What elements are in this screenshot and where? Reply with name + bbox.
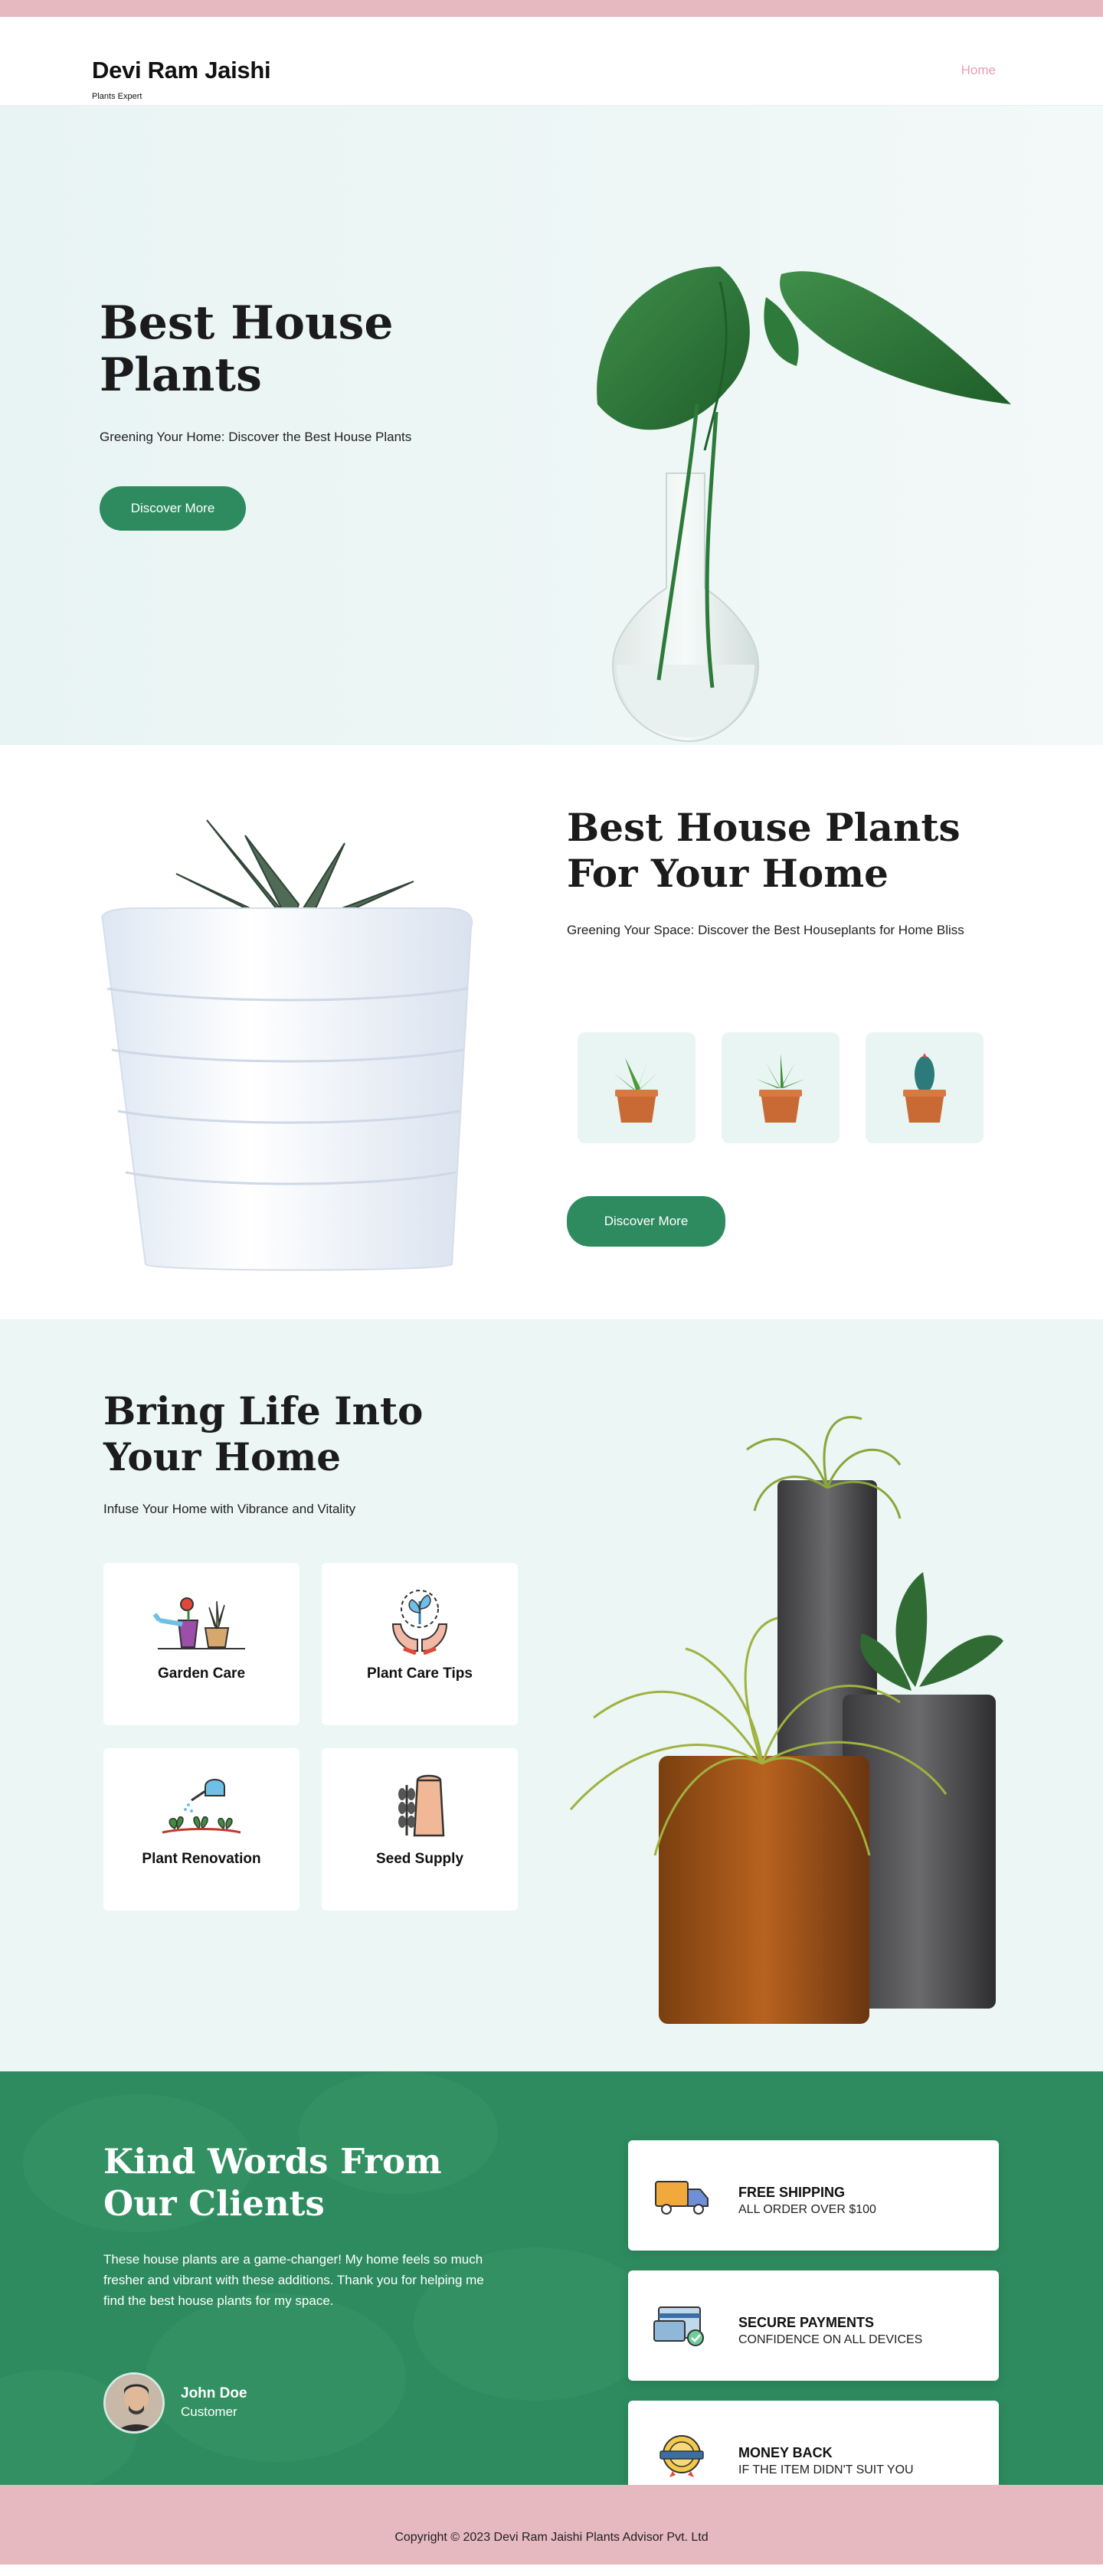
service-label: Garden Care bbox=[157, 1666, 246, 1682]
watering-can-icon bbox=[162, 1779, 241, 1834]
plant-care-icon bbox=[391, 1590, 448, 1655]
customer-name: John Doe bbox=[181, 2385, 247, 2401]
service-card-plant-renovation[interactable]: Plant Renovation bbox=[103, 1748, 299, 1911]
thumbnail-cactus[interactable] bbox=[866, 1032, 984, 1143]
thumbnail-succulent[interactable] bbox=[578, 1032, 696, 1143]
services-section: Bring Life Into Your Home Infuse Your Ho… bbox=[0, 1319, 1103, 2071]
white-pot-succulent-image bbox=[101, 819, 473, 1271]
badge-icon bbox=[660, 2435, 704, 2477]
feature-title: SECURE PAYMENTS bbox=[738, 2315, 875, 2330]
nav-home-link[interactable]: Home bbox=[961, 63, 996, 78]
feature-desc: IF THE ITEM DIDN'T SUIT YOU bbox=[738, 2463, 914, 2476]
services-subtitle: Infuse Your Home with Vibrance and Vital… bbox=[103, 1502, 356, 1516]
feature-desc: CONFIDENCE ON ALL DEVICES bbox=[738, 2333, 923, 2346]
services-title: Bring Life Into Your Home bbox=[103, 1388, 424, 1479]
brand-tagline: Plants Expert bbox=[92, 92, 142, 101]
feature-title: FREE SHIPPING bbox=[738, 2185, 846, 2200]
service-card-plant-care-tips[interactable]: Plant Care Tips bbox=[322, 1563, 518, 1725]
hero-section: Best House Plants Greening Your Home: Di… bbox=[0, 106, 1103, 745]
vase-plant-image bbox=[597, 266, 1011, 743]
top-accent-bar bbox=[0, 0, 1103, 17]
seed-bag-icon bbox=[398, 1774, 445, 1837]
services-grid: Garden Care Plant Care Tips Plant Renova… bbox=[103, 1563, 518, 1911]
testimonial-quote: These house plants are a game-changer! M… bbox=[103, 2252, 484, 2308]
feature-card-secure-payments[interactable]: SECURE PAYMENTS CONFIDENCE ON ALL DEVICE… bbox=[628, 2270, 999, 2381]
service-label: Plant Care Tips bbox=[367, 1666, 473, 1682]
succulent-pot-icon bbox=[614, 1057, 660, 1123]
truck-icon bbox=[655, 2181, 709, 2215]
customer-role: Customer bbox=[181, 2404, 237, 2419]
featured-discover-button[interactable]: Discover More bbox=[567, 1196, 725, 1247]
service-card-garden-care[interactable]: Garden Care bbox=[103, 1563, 299, 1725]
service-card-seed-supply[interactable]: Seed Supply bbox=[322, 1748, 518, 1911]
customer-avatar bbox=[103, 2372, 165, 2434]
hero-discover-button[interactable]: Discover More bbox=[100, 486, 246, 531]
brand[interactable]: Devi Ram Jaishi Plants Expert bbox=[92, 57, 271, 101]
featured-subtitle: Greening Your Space: Discover the Best H… bbox=[567, 923, 964, 937]
hero-title: Best House Plants bbox=[100, 296, 394, 402]
thumbnail-aloe[interactable] bbox=[722, 1032, 840, 1143]
feature-title: MONEY BACK bbox=[738, 2445, 833, 2460]
service-label: Plant Renovation bbox=[142, 1851, 261, 1867]
garden-care-icon bbox=[152, 1597, 245, 1649]
testimonial-title: Kind Words From Our Clients bbox=[103, 2141, 442, 2224]
feature-desc: ALL ORDER OVER $100 bbox=[738, 2203, 876, 2216]
featured-title: Best House Plants For Your Home bbox=[567, 805, 961, 896]
feature-card-free-shipping[interactable]: FREE SHIPPING ALL ORDER OVER $100 bbox=[628, 2140, 999, 2251]
service-label: Seed Supply bbox=[375, 1851, 464, 1867]
thumbnail-row bbox=[578, 1032, 984, 1143]
tall-planters-image bbox=[569, 1416, 1003, 2024]
copyright-text: Copyright © 2023 Devi Ram Jaishi Plants … bbox=[394, 2531, 709, 2544]
featured-section: Best House Plants For Your Home Greening… bbox=[0, 745, 1103, 1319]
navbar: Devi Ram Jaishi Plants Expert Home bbox=[0, 17, 1103, 106]
hero-subtitle: Greening Your Home: Discover the Best Ho… bbox=[100, 430, 412, 444]
cactus-pot-icon bbox=[903, 1052, 946, 1123]
footer: Copyright © 2023 Devi Ram Jaishi Plants … bbox=[0, 2485, 1103, 2565]
brand-name: Devi Ram Jaishi bbox=[92, 57, 271, 83]
card-icon bbox=[653, 2306, 704, 2346]
testimonial-section: Kind Words From Our Clients These house … bbox=[0, 2071, 1103, 2511]
aloe-pot-icon bbox=[756, 1053, 805, 1123]
